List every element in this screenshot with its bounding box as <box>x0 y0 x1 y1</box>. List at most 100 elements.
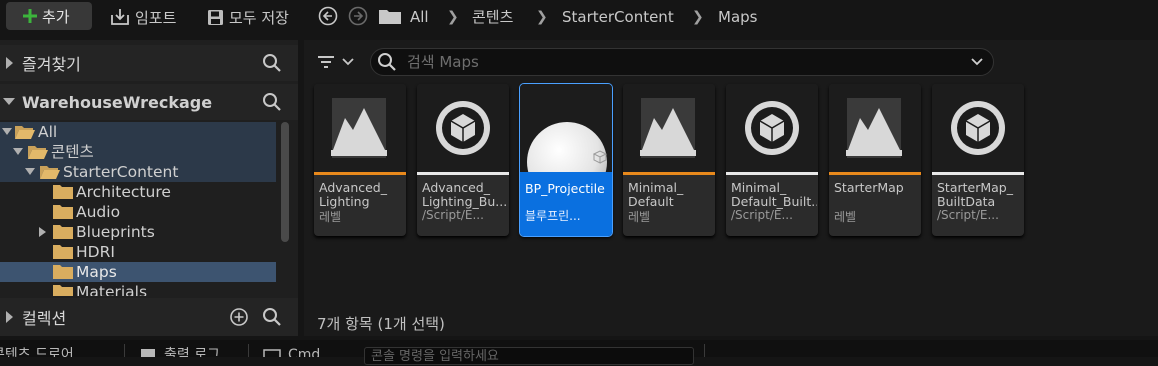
asset-search-input[interactable] <box>405 52 949 72</box>
tree-item-label: 콘텐츠 <box>51 143 94 161</box>
chevron-down-icon <box>342 58 354 66</box>
tree-item-hdri[interactable]: HDRI <box>0 242 276 262</box>
asset-type-color-bar <box>829 172 921 175</box>
asset-tile-advanced-lighting-builtdata[interactable]: Advanced_ Lighting_Bu... /Script/E... <box>417 84 509 236</box>
divider <box>704 344 705 357</box>
asset-tile-minimal-default[interactable]: Minimal_ Default 레벨 <box>623 84 715 236</box>
divider <box>124 344 125 357</box>
tree-item-starter-content[interactable]: StarterContent <box>0 162 276 182</box>
tree-item-blueprints[interactable]: Blueprints <box>0 222 276 242</box>
asset-name: StarterMap_ BuiltData <box>937 181 1013 209</box>
breadcrumb-maps[interactable]: Maps <box>718 6 757 28</box>
tree-item-audio[interactable]: Audio <box>0 202 276 222</box>
expand-arrow-icon <box>6 311 13 323</box>
collapse-arrow-icon <box>2 128 12 135</box>
open-folder-icon <box>27 144 48 159</box>
asset-type-color-bar <box>417 172 509 175</box>
tree-item-label: All <box>38 123 58 141</box>
breadcrumb-all[interactable]: All <box>410 6 429 28</box>
asset-type-color-bar <box>623 172 715 175</box>
collapse-arrow-icon <box>25 168 35 175</box>
folder-icon <box>53 204 73 219</box>
breadcrumb-separator-icon: ❯ <box>447 9 459 25</box>
output-log-button[interactable]: 출력 로그 <box>164 348 220 357</box>
folder-icon <box>53 184 73 199</box>
tree-item-label: Maps <box>76 263 117 281</box>
tree-scrollbar[interactable] <box>281 122 289 242</box>
project-label: WarehouseWreckage <box>22 92 213 112</box>
search-icon[interactable] <box>262 53 282 73</box>
collections-header[interactable]: 컬렉션 <box>0 298 298 336</box>
tree-item-maps[interactable]: Maps <box>0 262 276 282</box>
folder-icon <box>53 244 73 259</box>
folder-icon <box>53 284 73 296</box>
asset-name: StarterMap <box>834 181 904 195</box>
add-button-label: 추가 <box>42 7 70 26</box>
level-thumbnail-icon <box>314 84 406 172</box>
import-button[interactable]: 임포트 <box>110 6 176 28</box>
asset-tile-advanced-lighting[interactable]: Advanced_ Lighting 레벨 <box>314 84 406 236</box>
save-all-button[interactable]: 모두 저장 <box>207 6 289 28</box>
forward-button[interactable] <box>348 6 368 26</box>
asset-tile-starter-map[interactable]: StarterMap 레벨 <box>829 84 921 236</box>
import-icon <box>110 8 130 26</box>
project-header[interactable]: WarehouseWreckage <box>0 84 298 120</box>
tree-item-label: Blueprints <box>76 223 155 241</box>
breadcrumb-starter-content[interactable]: StarterContent <box>562 6 674 28</box>
asset-name: Advanced_ Lighting_Bu... <box>422 181 508 209</box>
tree-item-label: Audio <box>76 203 121 221</box>
expand-arrow-icon[interactable] <box>39 227 46 237</box>
tree-item-label: StarterContent <box>63 163 179 181</box>
collapse-arrow-icon <box>13 148 23 155</box>
tree-item-all[interactable]: All <box>0 122 276 142</box>
tree-item-materials[interactable]: Materials <box>0 282 276 296</box>
asset-type: 레벨 <box>628 210 651 224</box>
asset-type: 레벨 <box>319 210 342 224</box>
folder-icon <box>378 7 402 25</box>
cmd-dropdown[interactable]: Cmd <box>288 348 320 357</box>
folder-icon <box>53 264 73 279</box>
folder-icon <box>53 224 73 239</box>
add-button[interactable]: 추가 <box>6 2 92 30</box>
search-icon[interactable] <box>262 307 282 327</box>
tree-item-label: Architecture <box>76 183 171 201</box>
back-button[interactable] <box>318 6 338 26</box>
asset-tile-bp-projectile[interactable]: BP_Projectile 블루프린... <box>519 83 613 237</box>
asset-type-color-bar <box>314 172 406 175</box>
asset-tile-minimal-default-builtdata[interactable]: Minimal_ Default_Built... /Script/E... <box>726 84 818 236</box>
asset-type: 레벨 <box>834 210 857 224</box>
content-drawer-button[interactable]: 콘텐츠 드로어 <box>0 348 74 357</box>
save-icon <box>207 9 224 26</box>
filter-icon <box>316 54 336 70</box>
favorites-label: 즐겨찾기 <box>22 55 81 74</box>
tree-item-architecture[interactable]: Architecture <box>0 182 276 202</box>
asset-type-color-bar <box>932 172 1024 175</box>
asset-name: Minimal_ Default_Built... <box>731 181 817 209</box>
level-thumbnail-icon <box>623 84 715 172</box>
open-folder-icon <box>14 124 35 139</box>
breadcrumb-content[interactable]: 콘텐츠 <box>472 6 513 28</box>
search-icon[interactable] <box>262 92 282 112</box>
asset-type: /Script/E... <box>937 208 999 222</box>
asset-type: 블루프린... <box>525 209 581 223</box>
chevron-down-icon[interactable] <box>971 58 983 66</box>
breadcrumb-separator-icon: ❯ <box>536 9 548 25</box>
asset-tile-starter-map-builtdata[interactable]: StarterMap_ BuiltData /Script/E... <box>932 84 1024 236</box>
console-command-input[interactable]: 콘솔 명령을 입력하세요 <box>364 347 694 365</box>
plus-icon <box>22 8 38 24</box>
asset-type-color-bar <box>520 172 612 175</box>
asset-name: Minimal_ Default <box>628 181 684 209</box>
favorites-header[interactable]: 즐겨찾기 <box>0 45 298 81</box>
breadcrumb-separator-icon: ❯ <box>692 9 704 25</box>
asset-name: Advanced_ Lighting <box>319 181 387 209</box>
output-log-icon <box>140 348 156 357</box>
asset-type-color-bar <box>726 172 818 175</box>
filter-button[interactable] <box>316 50 360 74</box>
add-collection-icon[interactable] <box>229 307 249 327</box>
tree-item-content[interactable]: 콘텐츠 <box>0 142 276 162</box>
tree-item-label: HDRI <box>76 243 115 261</box>
asset-name: BP_Projectile <box>525 182 605 196</box>
expand-arrow-icon <box>6 57 13 69</box>
sphere-thumbnail-icon <box>520 84 612 172</box>
asset-search-box[interactable] <box>370 48 994 76</box>
